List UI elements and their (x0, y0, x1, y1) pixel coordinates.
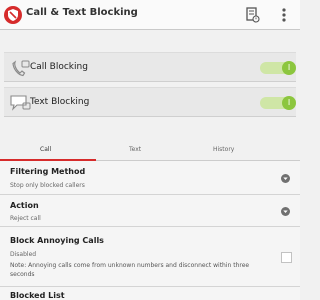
switch-knob: I (282, 96, 296, 110)
shield-logo-icon (4, 6, 22, 24)
overflow-menu-icon (282, 8, 286, 22)
message-icon (8, 91, 32, 115)
text-blocking-switch[interactable]: I (260, 96, 296, 110)
block-annoying-calls-title: Block Annoying Calls (10, 236, 104, 245)
action-bar: Call & Text Blocking (0, 0, 300, 30)
chevron-down-icon[interactable] (281, 174, 290, 183)
tab-call[interactable]: Call (40, 146, 51, 153)
settings-list: Filtering Method Stop only blocked calle… (0, 161, 300, 300)
call-log-icon (246, 7, 260, 23)
block-annoying-calls-checkbox[interactable] (281, 252, 292, 263)
call-blocking-card[interactable]: Call Blocking I (4, 52, 296, 82)
block-annoying-calls-status: Disabled (10, 251, 37, 258)
block-annoying-calls-row[interactable]: Block Annoying Calls Disabled Note: Anno… (0, 227, 300, 287)
switch-knob: I (282, 61, 296, 75)
text-blocking-label: Text Blocking (30, 97, 90, 107)
chevron-down-icon[interactable] (281, 207, 290, 216)
block-annoying-calls-note: Note: Annoying calls come from unknown n… (10, 262, 250, 278)
tab-bar: Call Text History (0, 140, 300, 160)
call-blocking-switch[interactable]: I (260, 61, 296, 75)
call-log-button[interactable] (242, 5, 262, 25)
app-title: Call & Text Blocking (26, 7, 138, 18)
call-blocking-label: Call Blocking (30, 62, 88, 72)
action-value: Reject call (10, 215, 41, 222)
tab-history[interactable]: History (213, 146, 234, 153)
overflow-menu-button[interactable] (274, 5, 294, 25)
phone-icon (8, 56, 32, 80)
action-row[interactable]: Action Reject call (0, 195, 300, 227)
text-blocking-card[interactable]: Text Blocking I (4, 87, 296, 117)
filtering-method-value: Stop only blocked callers (10, 182, 85, 189)
app-screen: Call & Text Blocking Call Blocking I Tex… (0, 0, 300, 300)
filtering-method-title: Filtering Method (10, 167, 86, 176)
tab-text[interactable]: Text (129, 146, 141, 153)
action-title: Action (10, 201, 39, 210)
blocked-list-row[interactable]: Blocked List (0, 287, 300, 300)
blocked-list-title: Blocked List (10, 291, 65, 300)
filtering-method-row[interactable]: Filtering Method Stop only blocked calle… (0, 161, 300, 195)
